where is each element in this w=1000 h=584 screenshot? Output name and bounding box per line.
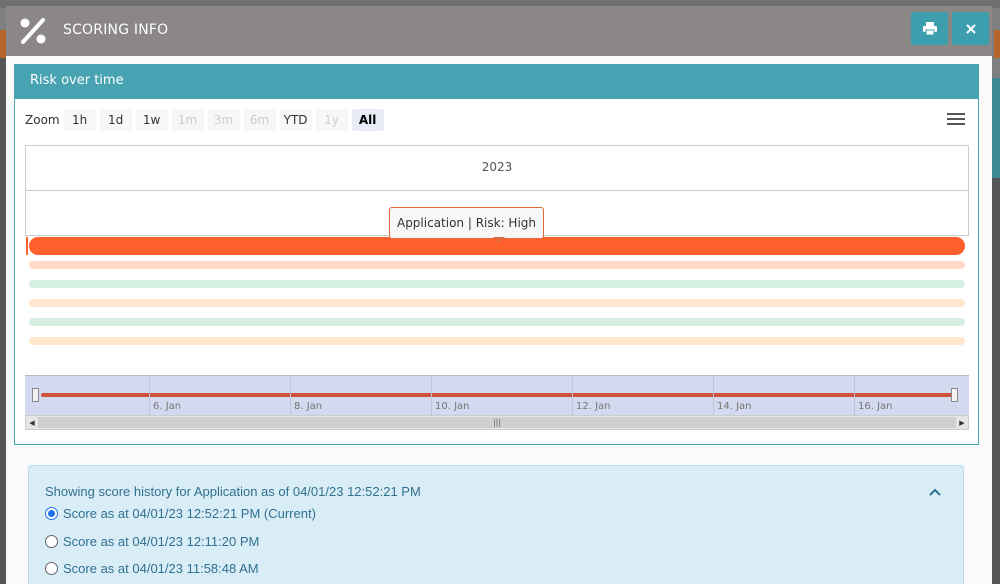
navigator-tick [854,376,855,416]
score-option-label: Score as at 04/01/23 11:58:48 AM [63,561,259,576]
scroll-right-arrow[interactable]: ▶ [956,416,968,429]
zoom-3m-button: 3m [207,109,240,131]
chart-tooltip: Application | Risk: High [389,207,544,239]
year-divider [26,190,968,191]
bar-cursor [26,237,28,255]
scoring-info-modal: SCORING INFO Risk over time Zoom 1h 1d 1… [6,6,992,584]
modal-header: SCORING INFO [6,6,992,56]
modal-body: Risk over time Zoom 1h 1d 1w 1m 3m 6m YT… [6,56,992,584]
navigator-tick-label: 10. Jan [435,401,470,412]
risk-bar[interactable] [29,280,965,288]
score-history-title: Showing score history for Application as… [45,484,421,499]
score-option-current[interactable]: Score as at 04/01/23 12:52:21 PM (Curren… [45,506,316,521]
zoom-1h-button[interactable]: 1h [63,109,96,131]
zoom-1d-button[interactable]: 1d [99,109,132,131]
scroll-left-arrow[interactable]: ◀ [26,416,38,429]
score-history-panel: Showing score history for Application as… [28,465,964,584]
percent-icon [20,18,46,44]
modal-title: SCORING INFO [63,22,169,38]
radio-button[interactable] [45,535,58,548]
background-accent-right [994,30,1000,58]
navigator-tick [290,376,291,416]
scroll-thumb[interactable]: ||| [38,417,956,428]
printer-icon [922,22,937,35]
navigator-tick [431,376,432,416]
risk-bar[interactable] [29,337,965,345]
score-option-2[interactable]: Score as at 04/01/23 12:11:20 PM [45,534,259,549]
radio-button[interactable] [45,507,58,520]
navigator-tick-label: 8. Jan [294,401,323,412]
radio-button[interactable] [45,562,58,575]
navigator-tick [149,376,150,416]
zoom-1y-button: 1y [315,109,348,131]
navigator-tick-label: 14. Jan [717,401,752,412]
score-option-label: Score as at 04/01/23 12:52:21 PM (Curren… [63,506,316,521]
navigator-tick [713,376,714,416]
navigator-tick-label: 6. Jan [153,401,182,412]
print-button[interactable] [911,12,948,45]
zoom-6m-button: 6m [243,109,276,131]
zoom-1m-button: 1m [171,109,204,131]
score-option-label: Score as at 04/01/23 12:11:20 PM [63,534,260,549]
zoom-ytd-button[interactable]: YTD [279,109,312,131]
score-option-3[interactable]: Score as at 04/01/23 11:58:48 AM [45,561,259,576]
close-button[interactable] [952,12,989,45]
tooltip-arrow [493,237,505,243]
chart-menu-icon[interactable] [947,113,965,127]
zoom-all-button[interactable]: All [351,109,384,131]
risk-chart-panel: Risk over time Zoom 1h 1d 1w 1m 3m 6m YT… [14,64,979,445]
panel-title: Risk over time [15,65,978,99]
risk-bar[interactable] [29,299,965,307]
zoom-label: Zoom [25,113,60,127]
navigator-left-handle[interactable] [32,388,39,402]
year-label: 2023 [481,160,513,174]
chevron-up-icon[interactable] [929,486,941,498]
navigator-series-line [41,393,953,397]
chart-navigator[interactable]: 6. Jan 8. Jan 10. Jan 12. Jan 14. Jan 16. Jan [25,375,969,416]
risk-bar[interactable] [29,318,965,326]
zoom-1w-button[interactable]: 1w [135,109,168,131]
navigator-tick-label: 16. Jan [858,401,893,412]
close-icon [965,23,976,34]
navigator-tick-label: 12. Jan [576,401,611,412]
risk-bar[interactable] [29,261,965,269]
zoom-controls: Zoom 1h 1d 1w 1m 3m 6m YTD 1y All [25,109,388,131]
navigator-right-handle[interactable] [951,388,958,402]
navigator-tick [572,376,573,416]
navigator-scrollbar[interactable]: ◀ ||| ▶ [25,415,969,430]
